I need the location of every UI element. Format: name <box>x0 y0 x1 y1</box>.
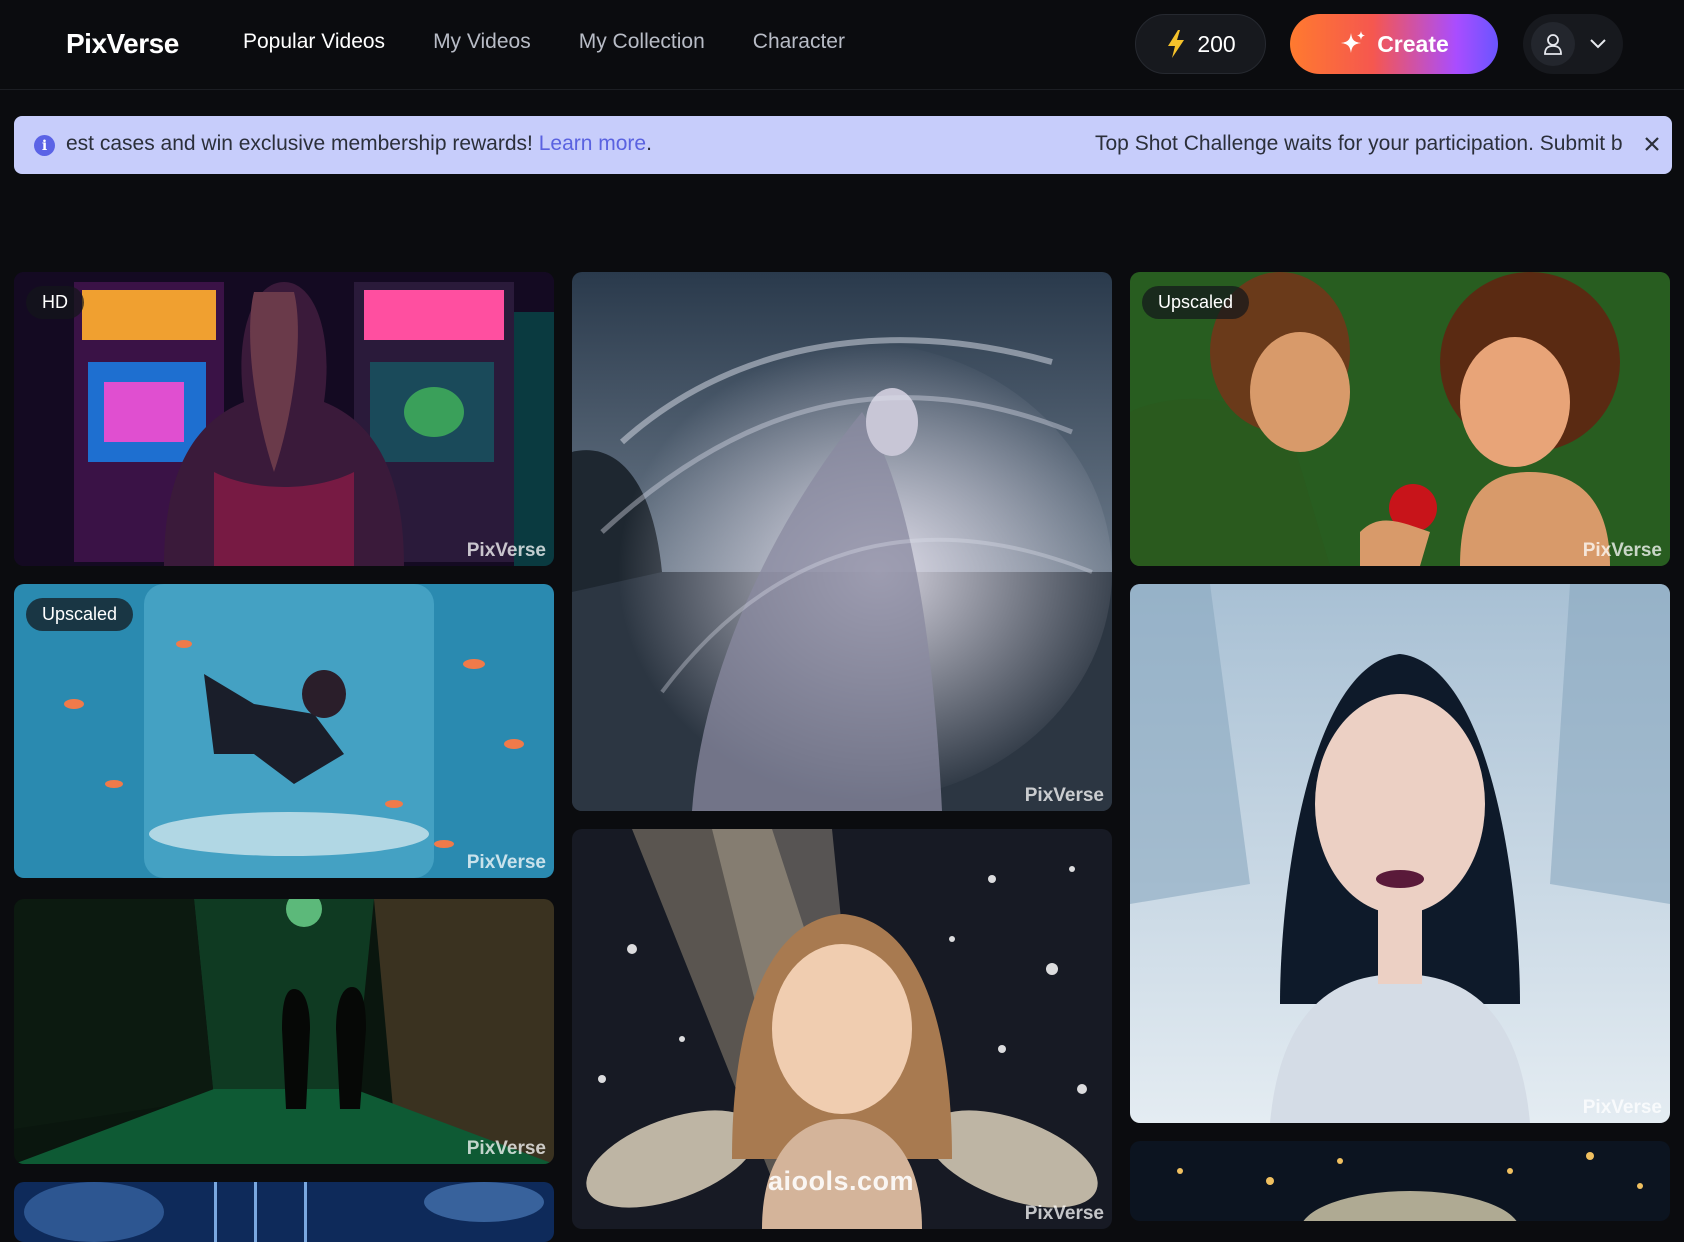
create-label: Create <box>1377 30 1449 57</box>
pixverse-watermark: PixVerse <box>466 1138 546 1159</box>
info-icon: i <box>34 135 55 156</box>
close-icon <box>1645 137 1659 151</box>
pixverse-watermark: PixVerse <box>1024 785 1104 806</box>
video-card[interactable]: PixVerse <box>14 899 554 1164</box>
quality-badge: Upscaled <box>26 598 134 631</box>
nav-character[interactable]: Character <box>753 30 845 54</box>
video-card[interactable]: HD PixVerse <box>14 272 554 566</box>
chevron-down-icon[interactable] <box>1589 38 1607 50</box>
banner-message-scroll: Top Shot Challenge waits for your partic… <box>1095 132 1623 155</box>
video-card[interactable]: PixVerse <box>1130 584 1670 1123</box>
banner-period: . <box>646 132 652 155</box>
pixverse-watermark: PixVerse <box>1024 1203 1104 1224</box>
user-icon <box>1544 34 1562 55</box>
nav-my-videos[interactable]: My Videos <box>433 30 531 54</box>
video-card[interactable]: PixVerse <box>572 272 1112 811</box>
video-card[interactable] <box>1130 1141 1670 1221</box>
announcement-banner: i est cases and win exclusive membership… <box>14 116 1672 174</box>
user-menu[interactable] <box>1523 14 1623 74</box>
video-thumbnail <box>1130 1141 1670 1221</box>
close-banner-button[interactable] <box>1636 128 1668 160</box>
video-thumbnail <box>14 899 554 1164</box>
credits-value: 200 <box>1197 30 1236 57</box>
banner-message-start: est cases and win exclusive membership r… <box>66 132 533 155</box>
top-bar: PixVerse Popular Videos My Videos My Col… <box>0 0 1684 90</box>
quality-badge: HD <box>26 286 84 319</box>
create-button[interactable]: Create <box>1290 14 1498 74</box>
nav-popular-videos[interactable]: Popular Videos <box>243 30 385 54</box>
avatar[interactable] <box>1531 22 1575 66</box>
video-card[interactable]: Upscaled PixVerse <box>14 584 554 878</box>
pixverse-watermark: PixVerse <box>466 852 546 873</box>
pixverse-watermark: PixVerse <box>1582 1097 1662 1118</box>
site-watermark: aiools.com <box>768 1166 915 1196</box>
video-thumbnail <box>1130 584 1670 1123</box>
video-thumbnail <box>14 1182 554 1242</box>
main-nav: Popular Videos My Videos My Collection C… <box>243 30 845 54</box>
video-thumbnail <box>14 272 554 566</box>
quality-badge: Upscaled <box>1142 286 1250 319</box>
pixverse-watermark: PixVerse <box>466 540 546 561</box>
pixverse-watermark: PixVerse <box>1582 540 1662 561</box>
banner-message: est cases and win exclusive membership r… <box>66 132 652 156</box>
video-card[interactable]: Upscaled PixVerse <box>1130 272 1670 566</box>
nav-my-collection[interactable]: My Collection <box>579 30 705 54</box>
video-card[interactable] <box>14 1182 554 1242</box>
pixverse-logo[interactable]: PixVerse <box>66 28 179 60</box>
lightning-icon <box>1168 30 1185 58</box>
learn-more-link[interactable]: Learn more <box>539 132 646 155</box>
video-thumbnail <box>572 272 1112 811</box>
sparkle-icon <box>1341 31 1366 53</box>
credits-counter[interactable]: 200 <box>1135 14 1266 74</box>
